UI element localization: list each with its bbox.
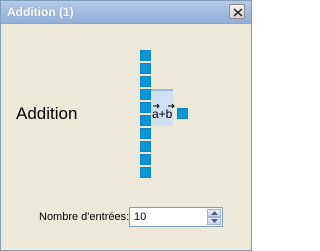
input-count-spinner[interactable]: 10 (129, 207, 223, 227)
vector-sum-icon: a+b (152, 103, 175, 121)
close-icon (233, 8, 243, 17)
block-title: Addition (16, 104, 78, 123)
input-port[interactable] (140, 76, 151, 87)
input-port[interactable] (140, 63, 151, 74)
spin-down-button[interactable] (207, 217, 221, 225)
input-port[interactable] (140, 115, 151, 126)
window-title: Addition (1) (7, 5, 74, 19)
spinner-buttons (207, 209, 221, 225)
input-port[interactable] (140, 89, 151, 100)
spin-down-icon (211, 219, 218, 223)
output-port[interactable] (177, 108, 188, 119)
spin-up-button[interactable] (207, 209, 221, 217)
dialog-body: Addition a+b Nombre d'entrées: 10 (1, 24, 251, 250)
addition-dialog: Addition (1) Addition a+b Nombre d'entré… (0, 0, 252, 251)
input-port[interactable] (140, 167, 151, 178)
input-port[interactable] (140, 128, 151, 139)
spin-up-icon (211, 211, 218, 215)
title-bar[interactable]: Addition (1) (1, 1, 251, 24)
close-button[interactable] (229, 4, 245, 19)
input-port[interactable] (140, 141, 151, 152)
input-port[interactable] (140, 102, 151, 113)
input-port[interactable] (140, 50, 151, 61)
input-port[interactable] (140, 154, 151, 165)
operator-label: a+b (152, 107, 173, 121)
input-count-label: Nombre d'entrées: (39, 211, 130, 223)
input-count-value[interactable]: 10 (134, 211, 146, 223)
